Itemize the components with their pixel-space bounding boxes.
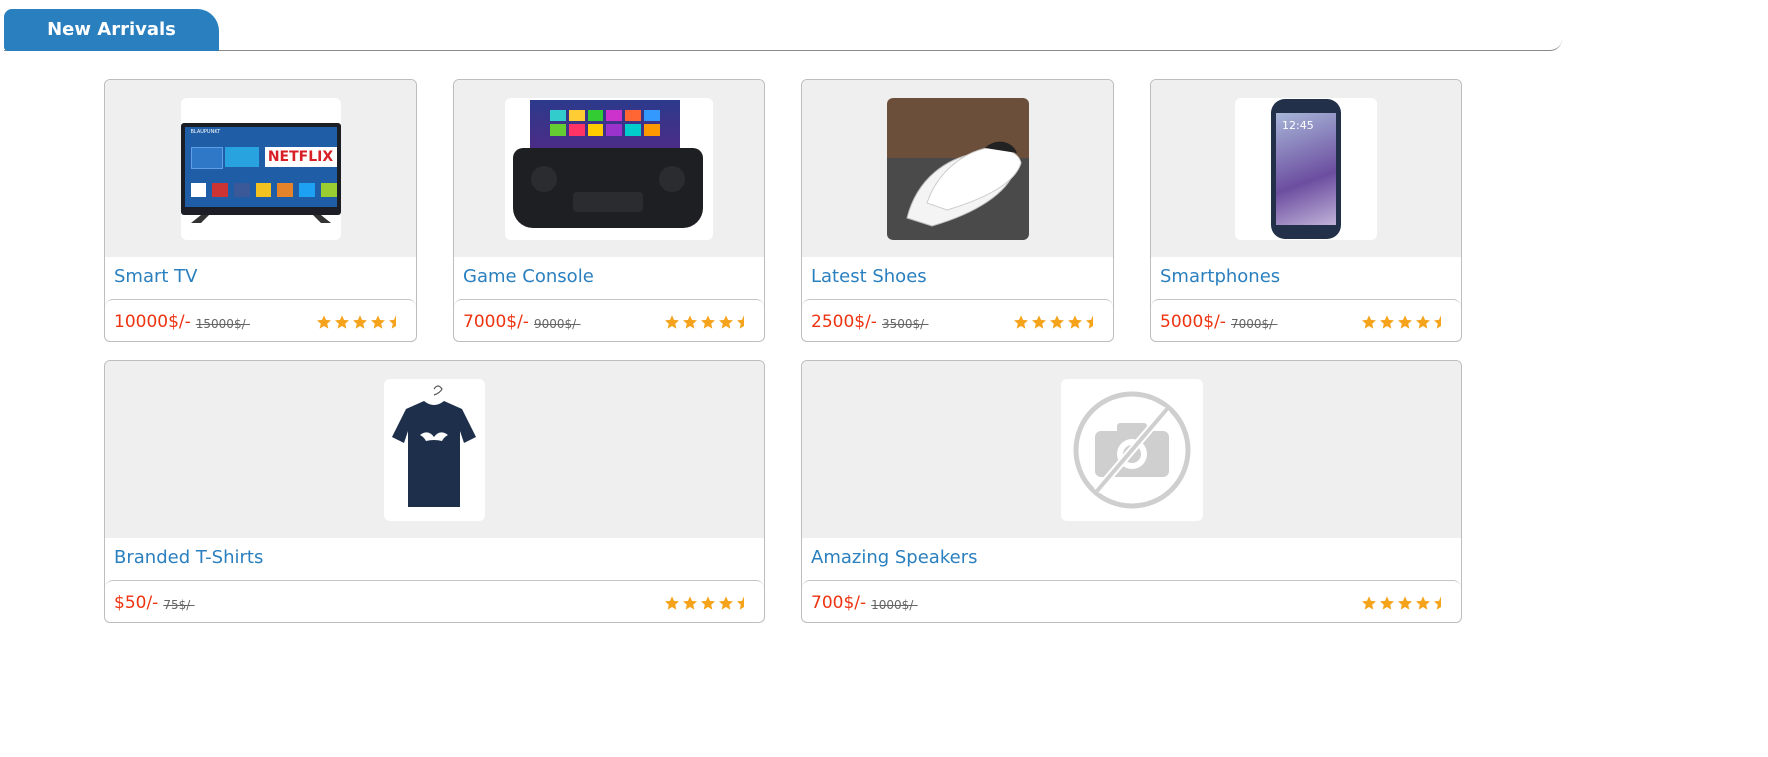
product-name[interactable]: Game Console	[463, 266, 594, 287]
no-image-placeholder[interactable]	[1060, 378, 1203, 521]
star-full-icon	[1362, 596, 1376, 610]
product-price: 700$/-	[811, 593, 867, 613]
star-half-icon	[1434, 315, 1441, 329]
star-full-icon	[1050, 315, 1064, 329]
star-full-icon	[719, 315, 733, 329]
price-row: 5000$/- 7000$/-	[1160, 309, 1449, 335]
game-console-image[interactable]	[505, 97, 713, 240]
star-full-icon	[1416, 596, 1430, 610]
rating-stars	[1013, 314, 1101, 330]
star-half-icon	[1086, 315, 1093, 329]
product-card-amazing-speakers[interactable]: Amazing Speakers 700$/- 1000$/-	[801, 360, 1462, 623]
product-image-area	[105, 361, 764, 538]
product-name[interactable]: Branded T-Shirts	[114, 547, 263, 568]
rating-stars	[664, 595, 752, 611]
product-image-area: 12:45	[1151, 80, 1461, 257]
product-old-price: 9000$/-	[533, 317, 581, 331]
price-row: $50/- 75$/-	[114, 590, 752, 616]
star-full-icon	[683, 596, 697, 610]
tshirt-image[interactable]	[384, 378, 485, 521]
star-full-icon	[1398, 315, 1412, 329]
rating-stars	[1361, 314, 1449, 330]
star-full-icon	[1068, 315, 1082, 329]
product-card-game-console[interactable]: Game Console 7000$/- 9000$/-	[453, 79, 765, 342]
star-full-icon	[1380, 315, 1394, 329]
tv-screen: BLAUPUNKT NETFLIX	[180, 122, 341, 223]
star-half-icon	[1434, 596, 1441, 610]
tv-brand-text: BLAUPUNKT	[190, 128, 221, 135]
product-price: 7000$/-	[463, 312, 529, 332]
product-old-price: 7000$/-	[1230, 317, 1278, 331]
product-name[interactable]: Latest Shoes	[811, 266, 927, 287]
product-card-branded-tshirts[interactable]: Branded T-Shirts $50/- 75$/-	[104, 360, 765, 623]
product-image-area	[454, 80, 764, 257]
rating-stars	[316, 314, 404, 330]
star-full-icon	[719, 596, 733, 610]
star-full-icon	[1362, 315, 1376, 329]
price-row: 2500$/- 3500$/-	[811, 309, 1101, 335]
product-old-price: 3500$/-	[881, 317, 929, 331]
star-full-icon	[371, 315, 385, 329]
smart-tv-image[interactable]: BLAUPUNKT NETFLIX	[180, 97, 341, 240]
star-full-icon	[1014, 315, 1028, 329]
product-price: $50/-	[114, 593, 159, 613]
star-half-icon	[737, 596, 744, 610]
rating-stars	[664, 314, 752, 330]
star-full-icon	[1398, 596, 1412, 610]
product-old-price: 15000$/-	[195, 317, 250, 331]
smartphone-image[interactable]: 12:45	[1235, 97, 1377, 240]
star-full-icon	[335, 315, 349, 329]
star-full-icon	[1416, 315, 1430, 329]
product-image-area	[802, 361, 1461, 538]
product-name[interactable]: Smartphones	[1160, 266, 1280, 287]
product-price: 5000$/-	[1160, 312, 1226, 332]
product-price: 2500$/-	[811, 312, 877, 332]
star-half-icon	[389, 315, 396, 329]
star-full-icon	[1032, 315, 1046, 329]
section-title-tab[interactable]: New Arrivals	[4, 9, 219, 51]
star-full-icon	[1380, 596, 1394, 610]
star-half-icon	[737, 315, 744, 329]
product-card-smart-tv[interactable]: BLAUPUNKT NETFLIX Smart TV 10000$/- 1500…	[104, 79, 417, 342]
star-full-icon	[701, 596, 715, 610]
product-price: 10000$/-	[114, 312, 191, 332]
phone-screen-time: 12:45	[1282, 118, 1314, 132]
netflix-tile: NETFLIX	[264, 146, 337, 167]
no-camera-icon	[1073, 391, 1190, 508]
product-card-smartphones[interactable]: 12:45 Smartphones 5000$/- 7000$/-	[1150, 79, 1462, 342]
section-header: New Arrivals	[4, 9, 1562, 51]
star-full-icon	[683, 315, 697, 329]
product-image-area: BLAUPUNKT NETFLIX	[105, 80, 416, 257]
product-old-price: 75$/-	[163, 598, 195, 612]
product-image-area	[802, 80, 1113, 257]
star-full-icon	[317, 315, 331, 329]
rating-stars	[1361, 595, 1449, 611]
star-full-icon	[665, 315, 679, 329]
price-row: 10000$/- 15000$/-	[114, 309, 404, 335]
price-row: 7000$/- 9000$/-	[463, 309, 752, 335]
star-full-icon	[353, 315, 367, 329]
star-full-icon	[701, 315, 715, 329]
product-old-price: 1000$/-	[871, 598, 918, 612]
product-name[interactable]: Amazing Speakers	[811, 547, 977, 568]
price-row: 700$/- 1000$/-	[811, 590, 1449, 616]
star-full-icon	[665, 596, 679, 610]
product-name[interactable]: Smart TV	[114, 266, 197, 287]
product-card-latest-shoes[interactable]: Latest Shoes 2500$/- 3500$/-	[801, 79, 1114, 342]
shoes-image[interactable]	[886, 97, 1029, 240]
